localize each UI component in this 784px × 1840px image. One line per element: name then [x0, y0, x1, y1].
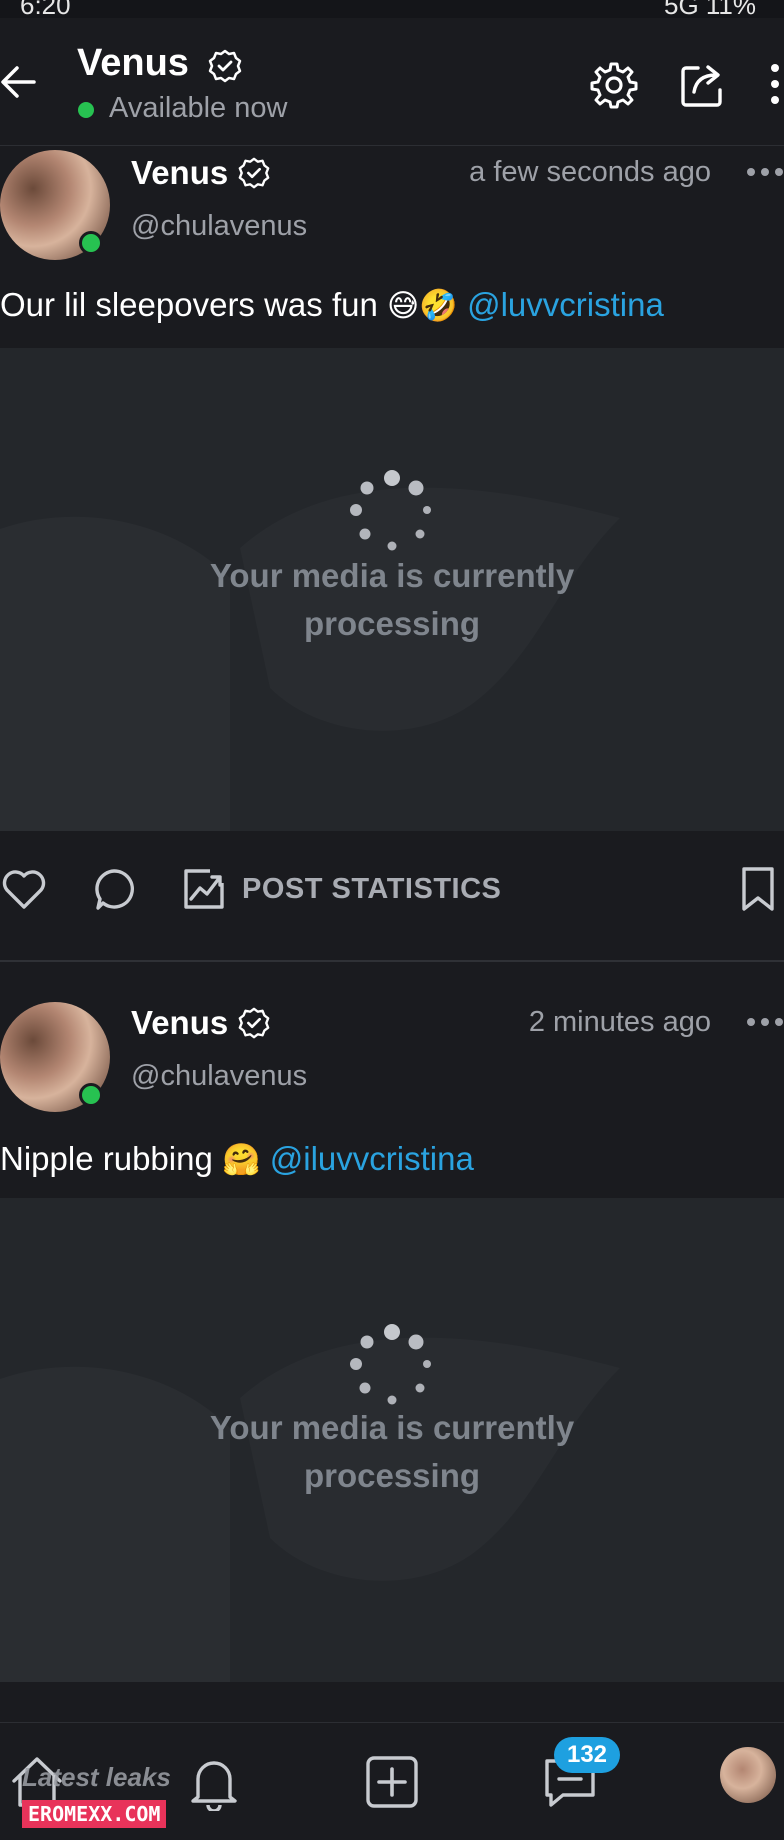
post-card: Venus @chulavenus a few seconds ago Our … — [0, 146, 784, 966]
post-emoji: 😅🤣 — [387, 288, 458, 323]
watermark-label: EROMEXX.COM — [22, 1800, 167, 1828]
bell-icon[interactable] — [185, 1753, 243, 1811]
media-placeholder[interactable]: Your media is currently processing — [0, 348, 784, 831]
share-icon[interactable] — [678, 60, 728, 110]
chart-icon[interactable] — [180, 865, 228, 913]
media-processing-text: Your media is currently processing — [0, 552, 784, 648]
comment-icon[interactable] — [90, 865, 138, 913]
post-card: Venus @chulavenus 2 minutes ago Nipple r… — [0, 998, 784, 1718]
media-processing-line-2: processing — [303, 1457, 481, 1494]
add-post-icon[interactable] — [363, 1753, 421, 1811]
header-availability: Available now — [109, 92, 288, 124]
header-name: Venus — [77, 42, 189, 84]
media-processing-line-1: Your media is currently — [209, 1409, 575, 1446]
media-processing-line-2: processing — [303, 605, 481, 642]
watermark-text: Latest leaks — [22, 1762, 171, 1792]
media-placeholder[interactable]: Your media is currently processing — [0, 1198, 784, 1682]
post-author-name[interactable]: Venus — [131, 154, 228, 192]
post-timestamp: a few seconds ago — [469, 156, 711, 188]
post-divider — [0, 960, 784, 962]
more-vertical-icon[interactable] — [766, 62, 784, 106]
heart-icon[interactable] — [0, 865, 48, 913]
back-arrow-icon[interactable] — [0, 63, 38, 101]
post-mention-link[interactable]: @luvvcristina — [467, 286, 664, 323]
post-statistics-button[interactable]: POST STATISTICS — [242, 873, 501, 906]
post-emoji: 🤗 — [221, 1142, 261, 1177]
more-horizontal-icon[interactable] — [746, 166, 784, 178]
loading-spinner-icon — [350, 470, 431, 551]
post-text: Nipple rubbing 🤗 @iluvvcristina — [0, 1140, 474, 1178]
status-indicators: 5G 11% — [663, 0, 756, 18]
verified-icon — [238, 157, 270, 189]
post-author-handle[interactable]: @chulavenus — [131, 210, 307, 243]
status-time: 6:20 — [20, 0, 71, 18]
post-author-handle[interactable]: @chulavenus — [131, 1060, 307, 1093]
post-caption: Our lil sleepovers was fun — [0, 286, 387, 323]
messages-badge: 132 — [554, 1737, 620, 1773]
post-mention-link[interactable]: @iluvvcristina — [270, 1140, 474, 1177]
bookmark-icon[interactable] — [734, 865, 782, 913]
media-processing-line-1: Your media is currently — [209, 557, 575, 594]
online-status-dot — [79, 231, 103, 255]
online-status-dot — [78, 102, 94, 118]
media-processing-text: Your media is currently processing — [0, 1404, 784, 1500]
post-author-name[interactable]: Venus — [131, 1004, 228, 1042]
verified-icon — [208, 49, 242, 83]
verified-icon — [238, 1007, 270, 1039]
status-bar: 6:20 5G 11% — [0, 0, 784, 18]
profile-header: Venus Available now — [0, 18, 784, 146]
profile-avatar[interactable] — [720, 1747, 776, 1803]
post-text: Our lil sleepovers was fun 😅🤣 @luvvcrist… — [0, 286, 664, 324]
more-horizontal-icon[interactable] — [746, 1016, 784, 1028]
post-actions-bar: POST STATISTICS — [0, 831, 784, 951]
online-status-dot — [79, 1083, 103, 1107]
post-timestamp: 2 minutes ago — [528, 1006, 711, 1038]
gear-icon[interactable] — [589, 60, 639, 110]
post-caption: Nipple rubbing — [0, 1140, 222, 1177]
